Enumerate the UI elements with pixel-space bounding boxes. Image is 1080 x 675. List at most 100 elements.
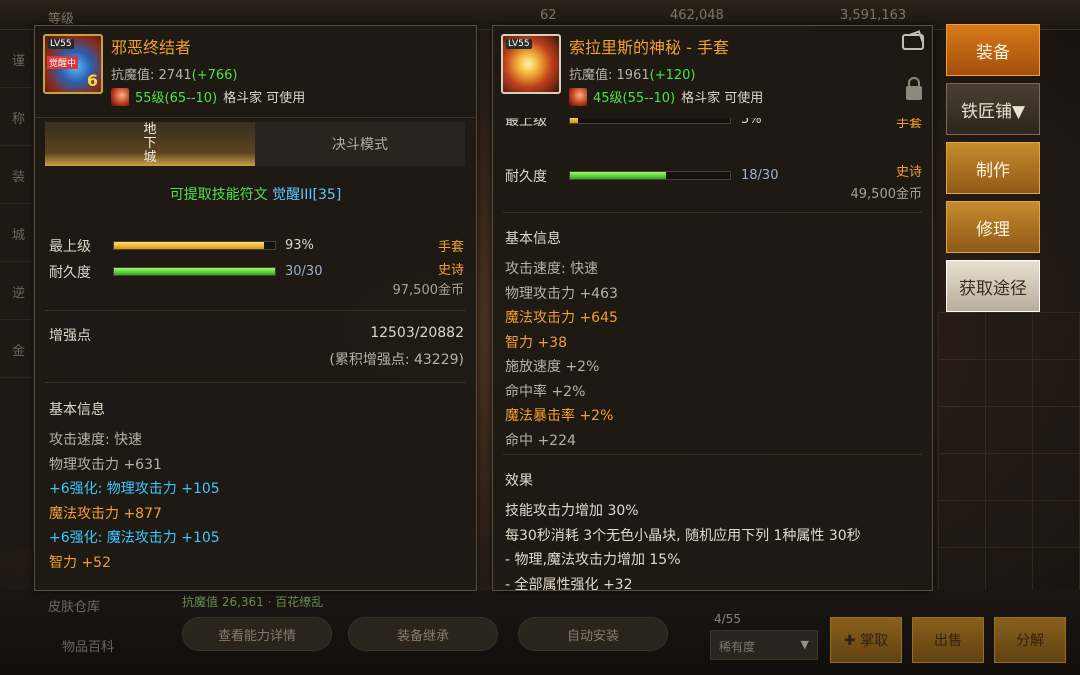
disassemble-button[interactable]: 分解 — [994, 617, 1066, 663]
info-line: - 物理,魔法攻击力增加 15% — [505, 552, 681, 568]
info-line: 智力 +52 — [49, 554, 111, 571]
auto-equip-button[interactable]: 自动安装 — [518, 617, 668, 651]
left-tab-1[interactable]: 称 — [0, 88, 33, 146]
durability-value: 18/30 — [741, 168, 779, 183]
item-encyclopedia-link[interactable]: 物品百科 — [62, 636, 114, 655]
ability-label: 查看能力详情 — [217, 628, 296, 644]
topbar-gold: 3,591,163 — [840, 8, 907, 23]
tab-dungeon[interactable]: 地下城 — [45, 122, 255, 166]
defense-label: 抗魔值: — [111, 68, 155, 83]
skill-rune-extract: 可提取技能符文 觉醒III[35] — [35, 184, 476, 204]
defense-bonus: (+766) — [191, 68, 238, 83]
tab-duel-label: 决斗模式 — [332, 137, 388, 153]
max-grade-bar — [113, 241, 276, 250]
defense-value: 2741 — [158, 68, 192, 83]
required-level: 45级(55--10) — [593, 91, 676, 106]
durability-fill — [570, 172, 666, 179]
item-requirement: 55级(65--10) 格斗家 可使用 — [111, 87, 305, 106]
icon-awaken-tag: 觉醒中 — [47, 56, 79, 69]
icon-level: LV55 — [506, 39, 532, 49]
info-line: +6强化: 物理攻击力 +105 — [49, 481, 220, 497]
left-tab-2[interactable]: 装 — [0, 146, 33, 204]
rarity-filter-select[interactable]: 稀有度 — [710, 630, 818, 660]
skin-storage-link[interactable]: 皮肤仓库 — [48, 596, 100, 615]
obtain-route-button[interactable]: 获取途径 — [946, 260, 1040, 312]
inherit-label: 装备继承 — [396, 628, 449, 644]
max-grade-value: 5% — [741, 118, 762, 127]
divider — [503, 212, 922, 213]
max-grade-value: 93% — [285, 238, 314, 253]
item-defense: 抗魔值: 1961(+120) — [569, 64, 695, 83]
icon-plus-level: 6 — [86, 71, 98, 90]
required-class: 格斗家 可使用 — [681, 91, 764, 106]
background-defense-text: 抗魔值 26,361 · 百花缭乱 — [182, 595, 324, 609]
max-grade-fill — [114, 242, 264, 249]
max-grade-fill — [570, 118, 578, 123]
tooltip-scroll-area[interactable]: 最上级 5% 手套 耐久度 18/30 史诗 49,500金币 基本信息 攻击速… — [493, 118, 932, 591]
sell-button[interactable]: 出售 — [912, 617, 984, 663]
auto-equip-label: 自动安装 — [566, 628, 619, 644]
equipped-item-tooltip: LV55 觉醒中 6 邪恶终结者 抗魔值: 2741(+766) 55级(65-… — [34, 25, 477, 591]
durability-bar — [113, 267, 276, 276]
lock-icon[interactable] — [906, 77, 922, 100]
info-line: 物理攻击力 +463 — [505, 285, 618, 302]
info-line: 物理攻击力 +631 — [49, 456, 162, 473]
info-line: 攻击速度: 快速 — [505, 261, 599, 277]
tab-duel[interactable]: 决斗模式 — [255, 122, 465, 166]
item-name: 邪恶终结者 — [111, 38, 192, 57]
view-ability-button[interactable]: 查看能力详情 — [182, 617, 332, 651]
craft-button[interactable]: 制作 — [946, 142, 1040, 194]
item-slot: 手套 — [437, 240, 464, 255]
durability-label: 耐久度 — [49, 265, 91, 281]
basic-info-title: 基本信息 — [49, 402, 105, 418]
divider — [45, 310, 466, 311]
durability-fill — [114, 268, 275, 275]
max-grade-bar — [569, 118, 731, 124]
info-line: - 全部属性强化 +32 — [505, 576, 633, 591]
inherit-equipment-button[interactable]: 装备继承 — [348, 617, 498, 651]
info-line: +6强化: 魔法攻击力 +105 — [49, 530, 220, 546]
item-price: 49,500金币 — [850, 187, 923, 202]
divider — [503, 454, 922, 455]
retrieve-button[interactable]: ✚ 掌取 — [830, 617, 902, 663]
info-line: 魔法暴击率 +2% — [505, 408, 614, 424]
item-icon: LV55 — [501, 34, 561, 94]
defense-label: 抗魔值: — [569, 68, 613, 83]
info-line: 命中率 +2% — [505, 383, 586, 400]
mode-tabs: 地下城 决斗模式 — [45, 122, 465, 166]
left-tab-4[interactable]: 逆 — [0, 262, 33, 320]
item-slot: 手套 — [895, 118, 922, 131]
required-class: 格斗家 可使用 — [223, 91, 306, 106]
extract-awaken: 觉醒III[35] — [272, 187, 342, 203]
icon-level: LV55 — [48, 39, 74, 49]
left-tab-0[interactable]: 谨 — [0, 30, 33, 88]
item-price: 97,500金币 — [392, 283, 465, 298]
inventory-grid[interactable] — [938, 312, 1080, 612]
extract-text: 可提取技能符文 — [169, 187, 268, 203]
required-level: 55级(65--10) — [135, 91, 218, 106]
item-rarity: 史诗 — [437, 263, 464, 278]
equip-button[interactable]: 装备 — [946, 24, 1040, 76]
compare-item-tooltip: LV55 索拉里斯的神秘 - 手套 抗魔值: 1961(+120) 45级(55… — [492, 25, 933, 591]
tab-dungeon-label: 地下城 — [143, 122, 157, 165]
item-header: LV55 索拉里斯的神秘 - 手套 抗魔值: 1961(+120) 45级(55… — [493, 26, 932, 118]
left-tab-3[interactable]: 城 — [0, 204, 33, 262]
topbar-stat-a: 62 — [540, 8, 557, 23]
item-icon: LV55 觉醒中 6 — [43, 34, 103, 94]
info-line: 智力 +38 — [505, 334, 567, 351]
fighter-class-icon — [111, 87, 129, 106]
left-tab-5[interactable]: 金 — [0, 320, 33, 378]
topbar-stat-b: 462,048 — [670, 8, 724, 23]
info-line: 魔法攻击力 +645 — [505, 310, 618, 326]
max-grade-label: 最上级 — [49, 239, 91, 255]
item-defense: 抗魔值: 2741(+766) — [111, 64, 237, 83]
enhance-label: 增强点 — [49, 328, 91, 344]
effect-title: 效果 — [505, 473, 533, 489]
item-name: 索拉里斯的神秘 - 手套 — [569, 38, 729, 57]
left-tab-strip: 谨 称 装 城 逆 金 — [0, 30, 34, 550]
durability-bar — [569, 171, 731, 180]
blacksmith-dropdown[interactable]: 铁匠铺▼ — [946, 83, 1040, 135]
repair-button[interactable]: 修理 — [946, 201, 1040, 253]
share-icon[interactable] — [902, 34, 924, 50]
durability-value: 30/30 — [285, 264, 323, 279]
